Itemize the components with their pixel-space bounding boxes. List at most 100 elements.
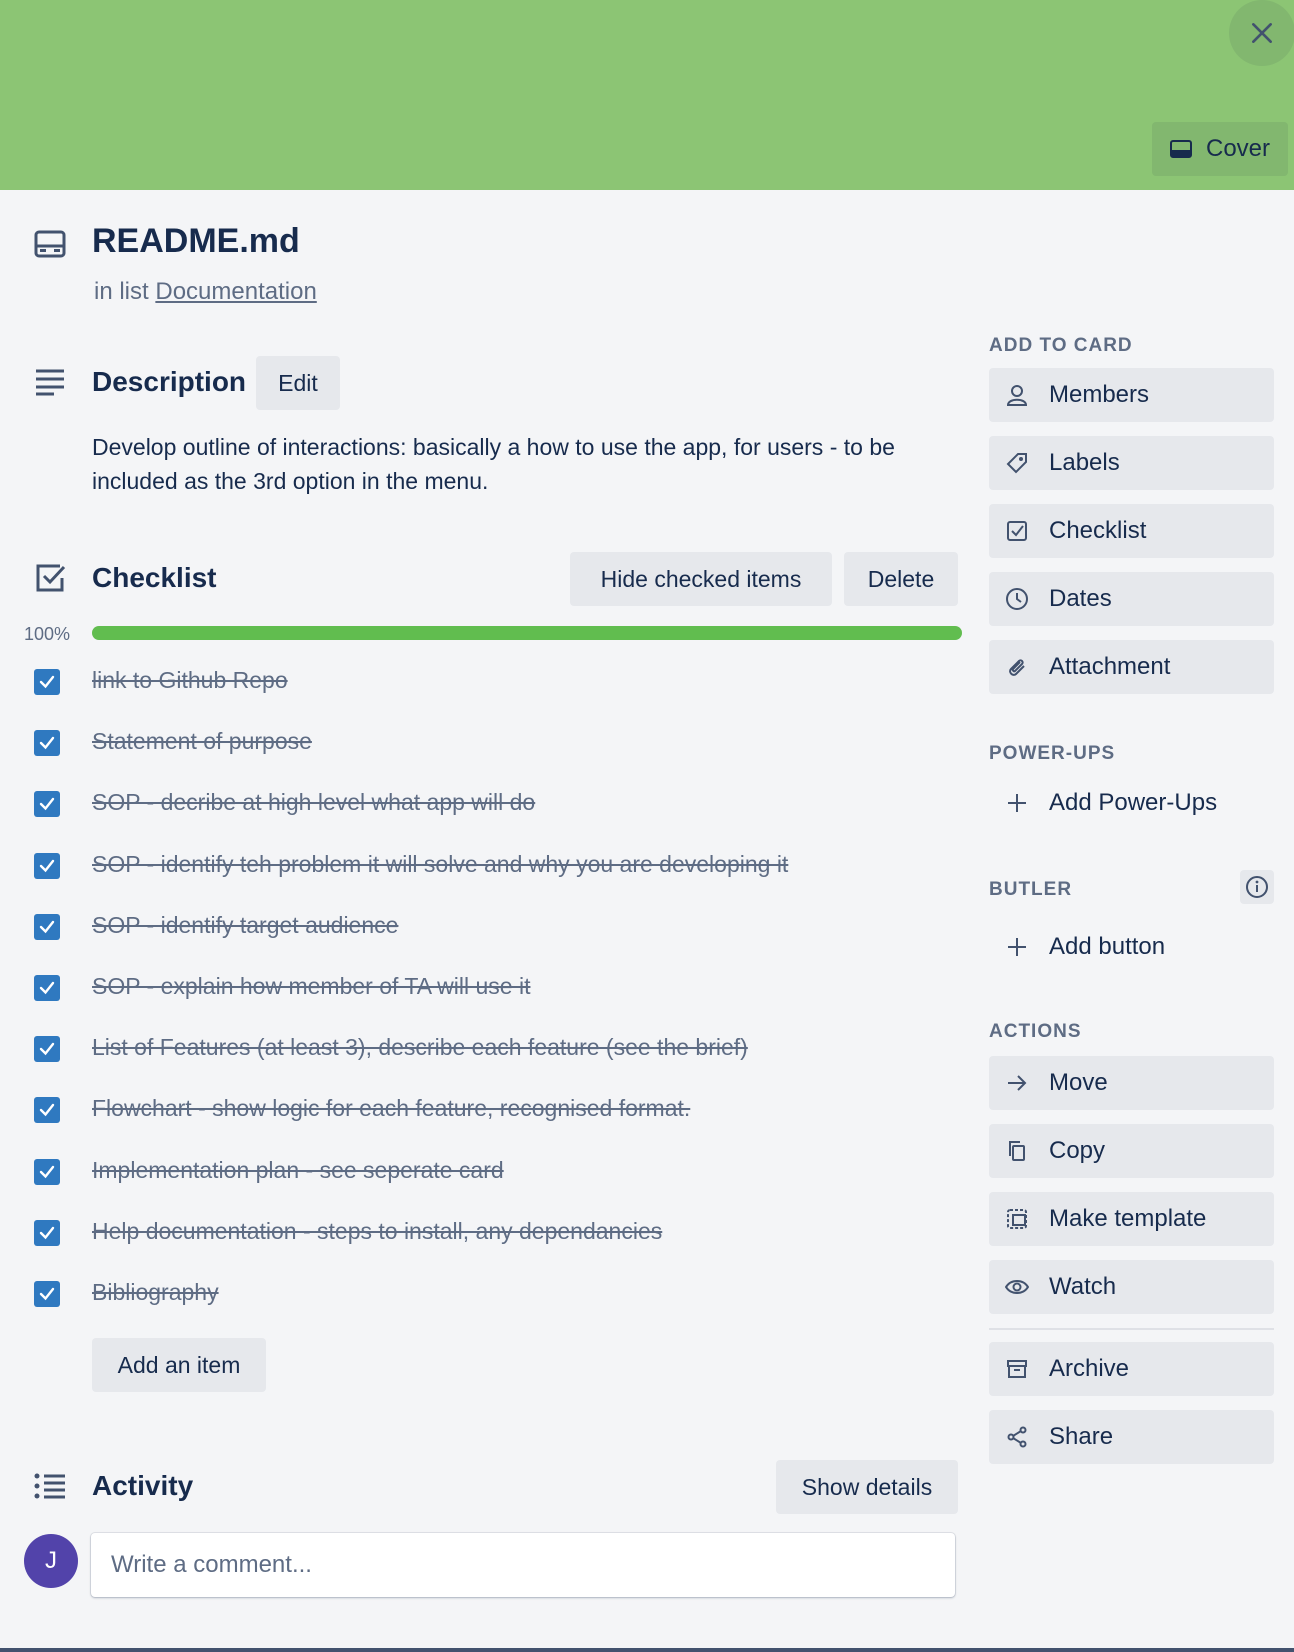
watch-button[interactable]: Watch [989, 1260, 1274, 1314]
description-text[interactable]: Develop outline of interactions: basical… [92, 430, 962, 498]
copy-label: Copy [1049, 1137, 1106, 1164]
add-butler-button[interactable]: Add button [989, 920, 1274, 974]
card-title[interactable]: README.md [92, 222, 300, 261]
check-icon [39, 859, 55, 872]
avatar[interactable]: J [24, 1534, 78, 1588]
checklist-item-checkbox[interactable] [34, 730, 60, 757]
members-label: Members [1049, 381, 1150, 408]
make-template-button[interactable]: Make template [989, 1192, 1274, 1246]
attachment-button[interactable]: Attachment [989, 640, 1274, 694]
window-edge [0, 1648, 1294, 1652]
add-item-button[interactable]: Add an item [92, 1338, 266, 1392]
checklist-icon [32, 560, 68, 596]
labels-button[interactable]: Labels [989, 436, 1274, 490]
checklist-item[interactable]: Flowchart - show logic for each feature,… [0, 1085, 960, 1135]
check-icon [39, 920, 55, 934]
card-icon [1170, 140, 1192, 158]
clock-icon [1005, 587, 1029, 611]
checklist-item-checkbox[interactable] [34, 791, 60, 818]
dates-button[interactable]: Dates [989, 572, 1274, 626]
add-to-card-heading: ADD TO CARD [989, 335, 1133, 356]
checklist-item-checkbox[interactable] [34, 1158, 60, 1185]
checklist-item[interactable]: List of Features (at least 3), describe … [0, 1024, 960, 1074]
move-label: Move [1049, 1069, 1108, 1096]
checklist-item-label[interactable]: SOP - explain how member of TA will use … [92, 973, 530, 1000]
checklist-item[interactable]: Implementation plan - see seperate card [0, 1147, 960, 1197]
checklist-button[interactable]: Checklist [989, 504, 1274, 558]
in-list-text: in list Documentation [94, 278, 317, 306]
checklist-item[interactable]: SOP - explain how member of TA will use … [0, 963, 960, 1013]
check-icon [39, 1042, 55, 1056]
checklist-percent: 100% [24, 624, 71, 644]
checklist-item-checkbox[interactable] [34, 1281, 60, 1307]
share-button[interactable]: Share [989, 1410, 1274, 1464]
butler-info-button[interactable] [1240, 870, 1274, 904]
attachment-label: Attachment [1049, 653, 1171, 680]
watch-label: Watch [1049, 1273, 1117, 1300]
checklist-item-label[interactable]: SOP - identify teh problem it will solve… [92, 851, 788, 878]
checklist-item-label[interactable]: List of Features (at least 3), describe … [92, 1034, 748, 1061]
checklist-item-label[interactable]: Implementation plan - see seperate card [92, 1157, 504, 1184]
checklist-item[interactable]: Help documentation - steps to install, a… [0, 1208, 960, 1258]
template-icon [1005, 1207, 1029, 1231]
person-icon [1005, 383, 1029, 407]
labels-label: Labels [1049, 449, 1120, 476]
add-power-ups-label: Add Power-Ups [1049, 789, 1218, 816]
check-icon [39, 1226, 55, 1240]
close-button[interactable] [1229, 0, 1294, 66]
divider [989, 1328, 1274, 1330]
cover-label: Cover [1206, 135, 1271, 162]
checklist-item-checkbox[interactable] [34, 669, 60, 695]
copy-icon [1005, 1139, 1029, 1163]
checklist-item-label[interactable]: Help documentation - steps to install, a… [92, 1218, 662, 1245]
checklist-progress-fill [92, 626, 962, 640]
actions-heading: ACTIONS [989, 1021, 1082, 1042]
add-power-ups-button[interactable]: Add Power-Ups [989, 776, 1274, 830]
cover-button[interactable]: Cover [1152, 122, 1288, 176]
checklist-item-label[interactable]: Bibliography [92, 1279, 219, 1306]
make-template-label: Make template [1049, 1205, 1207, 1232]
check-icon [39, 675, 55, 689]
members-button[interactable]: Members [989, 368, 1274, 422]
check-icon [39, 981, 55, 995]
share-label: Share [1049, 1423, 1114, 1450]
eye-icon [1005, 1275, 1029, 1299]
show-details-button[interactable]: Show details [776, 1460, 958, 1514]
checklist-item-checkbox[interactable] [34, 1036, 60, 1063]
list-link[interactable]: Documentation [155, 278, 316, 305]
copy-button[interactable]: Copy [989, 1124, 1274, 1178]
checklist-item[interactable]: Bibliography [0, 1269, 960, 1319]
archive-label: Archive [1049, 1355, 1130, 1382]
checklist-item-label[interactable]: link to Github Repo [92, 667, 288, 694]
hide-checked-items-button[interactable]: Hide checked items [570, 552, 832, 606]
checklist-item[interactable]: Statement of purpose [0, 718, 960, 768]
arrow-right-icon [1005, 1071, 1029, 1095]
checklist-item[interactable]: SOP - identify target audience [0, 902, 960, 952]
checklist-item[interactable]: SOP - decribe at high level what app wil… [0, 779, 960, 829]
checklist-item-checkbox[interactable] [34, 1097, 60, 1124]
checklist-item[interactable]: link to Github Repo [0, 657, 960, 707]
checklist-item-checkbox[interactable] [34, 913, 60, 940]
checklist-progress-bar [92, 626, 962, 640]
checklist-item-checkbox[interactable] [34, 852, 60, 879]
checklist-item-checkbox[interactable] [34, 1219, 60, 1246]
delete-checklist-button[interactable]: Delete [844, 552, 958, 606]
checklist-item-checkbox[interactable] [34, 975, 60, 1001]
add-button-label: Add button [1049, 933, 1166, 960]
archive-button[interactable]: Archive [989, 1342, 1274, 1396]
checklist-item[interactable]: SOP - identify teh problem it will solve… [0, 841, 960, 891]
plus-icon [1005, 935, 1029, 959]
checklist-label: Checklist [1049, 517, 1147, 544]
checklist-item-label[interactable]: SOP - decribe at high level what app wil… [92, 789, 535, 816]
dates-label: Dates [1049, 585, 1112, 612]
checklist-item-label[interactable]: SOP - identify target audience [92, 912, 398, 939]
comment-input[interactable] [91, 1533, 955, 1597]
card-icon [32, 226, 68, 262]
card-cover [0, 0, 1294, 190]
checklist-item-label[interactable]: Flowchart - show logic for each feature,… [92, 1095, 690, 1122]
description-icon [32, 364, 68, 400]
move-button[interactable]: Move [989, 1056, 1274, 1110]
in-list-prefix: in list [94, 278, 149, 305]
edit-description-button[interactable]: Edit [256, 356, 340, 410]
checklist-item-label[interactable]: Statement of purpose [92, 728, 312, 755]
